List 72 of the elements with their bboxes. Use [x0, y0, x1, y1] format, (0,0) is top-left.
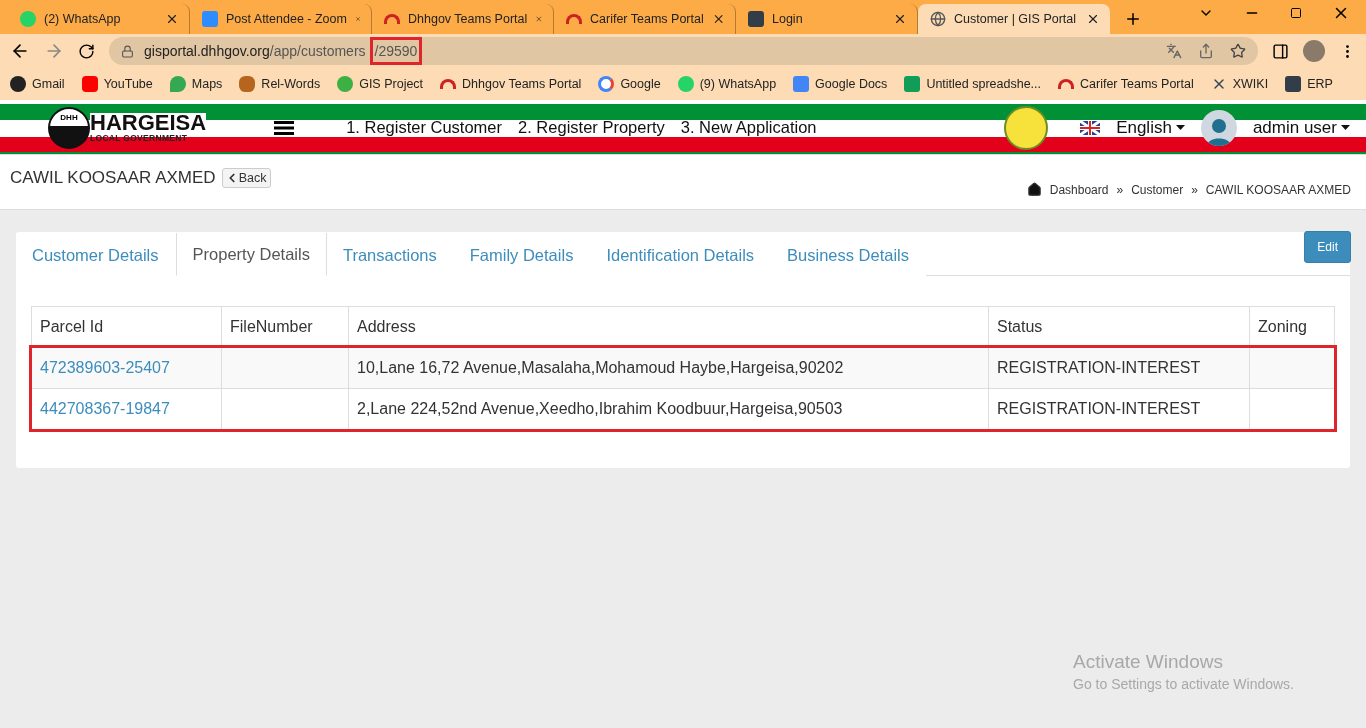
avatar-icon[interactable]: [1303, 40, 1325, 62]
breadcrumb-item: CAWIL KOOSAAR AXMED: [1205, 182, 1351, 197]
bookmark[interactable]: Gmail: [10, 76, 65, 92]
edit-button[interactable]: Edit: [1304, 231, 1351, 263]
bookmark[interactable]: ERP: [1285, 76, 1333, 92]
bookmark[interactable]: Google: [598, 76, 661, 92]
bookmark[interactable]: (9) WhatsApp: [677, 76, 777, 92]
breadcrumb-item[interactable]: Customer: [1131, 182, 1184, 197]
share-icon[interactable]: [1198, 43, 1214, 59]
breadcrumb-item[interactable]: Dashboard: [1049, 182, 1109, 197]
table-cell: 10,Lane 16,72 Avenue,Masalaha,Mohamoud Haybe,Hargeisa,90202: [348, 347, 989, 389]
browser-tab[interactable]: Customer | GIS Portal: [918, 4, 1110, 34]
address-bar[interactable]: gisportal.dhhgov.org/app/customers /29590: [109, 37, 1258, 65]
arch-icon: [566, 14, 582, 24]
star-icon[interactable]: [1230, 43, 1246, 59]
reload-icon[interactable]: [78, 42, 95, 60]
map-pin-icon: [169, 76, 186, 92]
language-dropdown[interactable]: English: [1116, 117, 1185, 138]
lock-icon: [121, 44, 134, 58]
logo-mark: DHH: [48, 106, 90, 149]
avatar-icon: [1200, 109, 1237, 146]
activation-title: Activate Windows: [1073, 651, 1224, 673]
url-highlight: /29590: [372, 40, 420, 62]
flag-icon: [1080, 120, 1101, 135]
square-icon: [748, 11, 764, 27]
menu-icon[interactable]: [274, 120, 295, 135]
close-icon[interactable]: [893, 12, 907, 26]
bookmark[interactable]: Maps: [169, 76, 223, 92]
bookmark[interactable]: Dhhgov Teams Portal: [440, 77, 582, 91]
arch-icon: [440, 79, 457, 89]
side-panel-icon[interactable]: [1272, 42, 1289, 60]
breadcrumb-separator: »: [1191, 182, 1198, 197]
globe-icon: [930, 11, 946, 27]
bookmark[interactable]: Untitled spreadshe...: [904, 76, 1042, 92]
emblem-icon: [1004, 105, 1049, 150]
bookmark[interactable]: Carifer Teams Portal: [1058, 77, 1194, 91]
bookmark[interactable]: Rel-Words: [239, 76, 321, 92]
close-icon[interactable]: [165, 12, 179, 26]
arch-icon: [1058, 79, 1075, 89]
tab[interactable]: Customer Details: [16, 233, 176, 276]
column-header: Status: [988, 306, 1250, 347]
user-dropdown[interactable]: admin user: [1252, 117, 1350, 138]
caret-icon: [1175, 125, 1185, 130]
column-header: Zoning: [1249, 306, 1335, 347]
table-cell: REGISTRATION-INTEREST: [988, 388, 1250, 430]
new-tab-icon[interactable]: [1124, 10, 1142, 28]
column-header: FileNumber: [221, 306, 349, 347]
translate-icon[interactable]: [1166, 43, 1182, 59]
logo-title: HARGEISA: [90, 112, 207, 133]
bookmark[interactable]: XWIKI: [1210, 76, 1269, 92]
nav-link[interactable]: 2. Register Property: [518, 118, 665, 137]
page-title: CAWIL KOOSAAR AXMED: [10, 168, 216, 188]
bookmark[interactable]: GIS Project: [337, 76, 424, 92]
bookmark[interactable]: Google Docs: [793, 76, 888, 92]
restore-icon[interactable]: [1290, 7, 1302, 19]
bookmark[interactable]: YouTube: [81, 76, 153, 92]
square-icon: [1285, 76, 1302, 92]
home-icon: [1026, 182, 1042, 197]
caret-icon: [1341, 125, 1350, 130]
url-text: gisportal.dhhgov.org/app/customers: [144, 43, 366, 59]
nav-link[interactable]: 1. Register Customer: [346, 118, 502, 137]
table-cell: REGISTRATION-INTEREST: [988, 347, 1250, 389]
column-header: Parcel Id: [31, 306, 222, 347]
activation-text: Go to Settings to activate Windows.: [1073, 676, 1294, 692]
breadcrumb-separator: »: [1116, 182, 1124, 197]
nav-link[interactable]: 3. New Application: [680, 118, 817, 137]
back-button[interactable]: Back: [221, 168, 272, 188]
column-header: Address: [348, 306, 989, 347]
tab[interactable]: Property Details: [175, 233, 327, 276]
close-icon[interactable]: [1086, 12, 1100, 26]
table-cell: 2,Lane 224,52nd Avenue,Xeedho,Ibrahim Koodbuur,Hargeisa,90503: [348, 388, 989, 430]
arch-icon: [384, 14, 400, 24]
